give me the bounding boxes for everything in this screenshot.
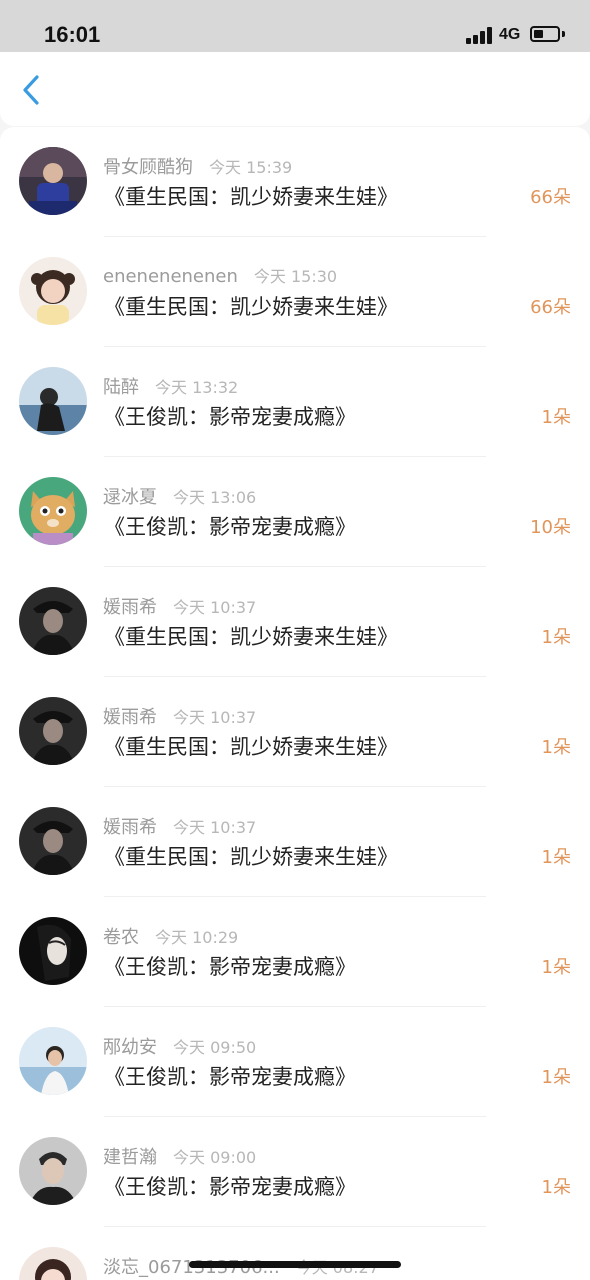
flower-count: 1朵 <box>541 737 571 758</box>
timestamp: 今天 10:37 <box>173 708 257 727</box>
network-type: 4G <box>499 26 521 43</box>
avatar[interactable] <box>19 587 87 655</box>
book-title[interactable]: 《重生民国：凯少娇妻来生娃》 <box>104 841 398 871</box>
user-name-text: 媛雨希 <box>103 597 157 618</box>
user-name: 建哲瀚 今天 09:00 <box>103 1143 256 1169</box>
signal-strength-icon <box>466 26 494 44</box>
list-item[interactable]: 陆醉 今天 13:32 《王俊凯：影帝宠妻成瘾》 1朵 <box>0 347 590 457</box>
chevron-left-icon <box>23 75 39 105</box>
user-name-text: 媛雨希 <box>103 707 157 728</box>
user-name: 邴幼安 今天 09:50 <box>103 1033 256 1059</box>
flower-count: 10朵 <box>530 517 571 538</box>
avatar[interactable] <box>19 917 87 985</box>
user-name-text: 骨女顾酷狗 <box>103 157 193 178</box>
book-title[interactable]: 《重生民国：凯少娇妻来生娃》 <box>104 291 398 321</box>
cat-avatar-icon <box>19 477 87 545</box>
flower-count: 1朵 <box>541 407 571 428</box>
book-title[interactable]: 《重生民国：凯少娇妻来生娃》 <box>104 181 398 211</box>
user-name-text: 建哲瀚 <box>103 1147 157 1168</box>
timestamp: 今天 15:39 <box>209 158 293 177</box>
home-indicator[interactable] <box>189 1261 401 1268</box>
back-button[interactable] <box>18 74 48 106</box>
list-item[interactable]: enenenenenen 今天 15:30 《重生民国：凯少娇妻来生娃》 66朵 <box>0 237 590 347</box>
list-item[interactable]: 建哲瀚 今天 09:00 《王俊凯：影帝宠妻成瘾》 1朵 <box>0 1117 590 1227</box>
timestamp: 今天 10:37 <box>173 818 257 837</box>
battery-icon <box>530 26 560 42</box>
avatar[interactable] <box>19 367 87 435</box>
user-name-text: 邴幼安 <box>103 1037 157 1058</box>
timestamp: 今天 10:29 <box>155 928 239 947</box>
status-time: 16:01 <box>44 22 101 47</box>
user-name-text: 媛雨希 <box>103 817 157 838</box>
user-name: 骨女顾酷狗 今天 15:39 <box>103 153 292 179</box>
timestamp: 今天 13:32 <box>155 378 239 397</box>
avatar[interactable] <box>19 257 87 325</box>
flower-count: 1朵 <box>541 627 571 648</box>
flower-count: 1朵 <box>541 1067 571 1088</box>
user-name: 媛雨希 今天 10:37 <box>103 703 256 729</box>
list-item[interactable]: 媛雨希 今天 10:37 《重生民国：凯少娇妻来生娃》 1朵 <box>0 787 590 897</box>
list-item[interactable]: 骨女顾酷狗 今天 15:39 《重生民国：凯少娇妻来生娃》 66朵 <box>0 127 590 237</box>
avatar[interactable] <box>19 147 87 215</box>
user-name-text: 逯冰夏 <box>103 487 157 508</box>
user-name: enenenenenen 今天 15:30 <box>103 263 337 287</box>
nav-bar <box>0 52 590 126</box>
timestamp: 今天 09:00 <box>173 1148 257 1167</box>
list-item[interactable]: 淡忘_0671313706...今天 08:27 <box>0 1227 590 1280</box>
user-name-text: 卷农 <box>103 927 139 948</box>
timestamp: 今天 09:50 <box>173 1038 257 1057</box>
avatar[interactable] <box>19 1027 87 1095</box>
flower-count: 1朵 <box>541 957 571 978</box>
user-name: 媛雨希 今天 10:37 <box>103 593 256 619</box>
gift-record-list: 骨女顾酷狗 今天 15:39 《重生民国：凯少娇妻来生娃》 66朵 enenene… <box>0 127 590 1280</box>
list-item[interactable]: 卷农 今天 10:29 《王俊凯：影帝宠妻成瘾》 1朵 <box>0 897 590 1007</box>
list-item[interactable]: 媛雨希 今天 10:37 《重生民国：凯少娇妻来生娃》 1朵 <box>0 677 590 787</box>
timestamp: 今天 15:30 <box>253 267 338 286</box>
avatar[interactable] <box>19 697 87 765</box>
user-name: 陆醉 今天 13:32 <box>103 373 238 399</box>
status-bar: 16:01 4G <box>0 0 590 52</box>
avatar[interactable] <box>19 1137 87 1205</box>
flower-count: 1朵 <box>541 847 571 868</box>
book-title[interactable]: 《王俊凯：影帝宠妻成瘾》 <box>104 1171 356 1201</box>
flower-count: 66朵 <box>530 187 571 208</box>
avatar[interactable] <box>19 1247 87 1280</box>
user-name-text: enenenenenen <box>103 266 238 287</box>
book-title[interactable]: 《王俊凯：影帝宠妻成瘾》 <box>104 401 356 431</box>
list-item[interactable]: 媛雨希 今天 10:37 《重生民国：凯少娇妻来生娃》 1朵 <box>0 567 590 677</box>
user-name: 媛雨希 今天 10:37 <box>103 813 256 839</box>
avatar[interactable] <box>19 477 87 545</box>
user-name: 逯冰夏 今天 13:06 <box>103 483 256 509</box>
flower-count: 66朵 <box>530 297 571 318</box>
book-title[interactable]: 《重生民国：凯少娇妻来生娃》 <box>104 621 398 651</box>
list-item[interactable]: 逯冰夏 今天 13:06 《王俊凯：影帝宠妻成瘾》 10朵 <box>0 457 590 567</box>
user-name-text: 陆醉 <box>103 377 139 398</box>
timestamp: 今天 10:37 <box>173 598 257 617</box>
user-name: 卷农 今天 10:29 <box>103 923 238 949</box>
flower-count: 1朵 <box>541 1177 571 1198</box>
list-item[interactable]: 邴幼安 今天 09:50 《王俊凯：影帝宠妻成瘾》 1朵 <box>0 1007 590 1117</box>
book-title[interactable]: 《重生民国：凯少娇妻来生娃》 <box>104 731 398 761</box>
avatar[interactable] <box>19 807 87 875</box>
book-title[interactable]: 《王俊凯：影帝宠妻成瘾》 <box>104 1061 356 1091</box>
book-title[interactable]: 《王俊凯：影帝宠妻成瘾》 <box>104 511 356 541</box>
timestamp: 今天 13:06 <box>173 488 257 507</box>
book-title[interactable]: 《王俊凯：影帝宠妻成瘾》 <box>104 951 356 981</box>
battery-tip <box>562 31 565 37</box>
